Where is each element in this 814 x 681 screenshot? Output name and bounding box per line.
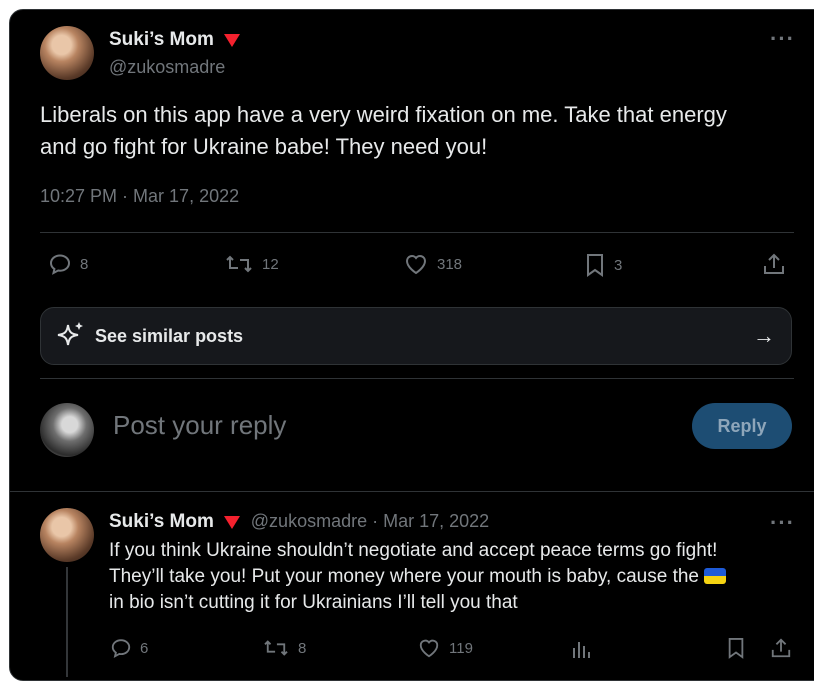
reply-count: 6 xyxy=(140,639,149,657)
share-icon xyxy=(771,638,791,658)
like-action[interactable]: 318 xyxy=(403,252,462,276)
bookmark-action[interactable]: 3 xyxy=(584,252,622,278)
reply-text-line: in bio isn’t cutting it for Ukrainians I… xyxy=(109,592,518,613)
red-triangle-icon xyxy=(224,34,241,48)
reply-text: If you think Ukraine shouldn’t negotiate… xyxy=(109,538,809,616)
repost-icon xyxy=(226,255,252,273)
reply-handle-date[interactable]: @zukosmadre · Mar 17, 2022 xyxy=(251,511,489,531)
heart-icon xyxy=(405,255,427,275)
reply-button[interactable]: Reply xyxy=(692,403,792,449)
repost-icon xyxy=(264,640,288,656)
post-text-line: and go fight for Ukraine babe! They need… xyxy=(40,134,488,159)
like-count: 119 xyxy=(449,639,473,657)
more-options-icon[interactable]: ··· xyxy=(770,26,795,52)
views-action[interactable] xyxy=(570,636,592,660)
reply-like-action[interactable]: 119 xyxy=(417,637,473,659)
share-action[interactable] xyxy=(762,251,786,277)
like-count: 318 xyxy=(437,255,463,273)
reply-action[interactable]: 8 xyxy=(48,252,88,276)
see-similar-label: See similar posts xyxy=(95,325,244,346)
current-user-avatar[interactable] xyxy=(40,403,94,457)
reply-text-segment: They’ll take you! Put your money where y… xyxy=(109,566,700,587)
author-handle[interactable]: @zukosmadre xyxy=(109,57,225,78)
reply-input[interactable]: Post your reply xyxy=(113,410,286,441)
bookmark-icon xyxy=(728,638,744,659)
thread-line xyxy=(66,567,68,677)
post-text: Liberals on this app have a very weird f… xyxy=(40,99,800,163)
post-text-line: Liberals on this app have a very weird f… xyxy=(40,102,727,127)
divider xyxy=(10,491,814,492)
share-icon xyxy=(764,253,784,274)
analytics-icon xyxy=(573,642,590,658)
reply-text-line: If you think Ukraine shouldn’t negotiate… xyxy=(109,540,718,561)
reply-bookmark-action[interactable] xyxy=(726,636,746,660)
repost-count: 12 xyxy=(262,255,279,273)
reply-reply-action[interactable]: 6 xyxy=(110,637,148,659)
sparkle-icon xyxy=(57,322,83,346)
see-similar-posts-button[interactable]: See similar posts → xyxy=(40,307,792,365)
reply-share-action[interactable] xyxy=(770,636,792,660)
bookmark-count: 3 xyxy=(614,256,623,274)
reply-icon xyxy=(49,254,71,275)
divider xyxy=(40,232,794,233)
repost-count: 8 xyxy=(298,639,307,657)
repost-action[interactable]: 12 xyxy=(224,252,279,276)
reply-icon xyxy=(111,639,131,659)
author-name-row: Suki’s Mom xyxy=(109,29,241,51)
divider xyxy=(40,378,794,379)
arrow-right-icon: → xyxy=(753,323,775,348)
author-name[interactable]: Suki’s Mom xyxy=(109,29,214,50)
post-timestamp[interactable]: 10:27 PM · Mar 17, 2022 xyxy=(40,186,239,207)
heart-icon xyxy=(419,639,439,658)
ukraine-flag-icon xyxy=(704,568,727,584)
author-avatar[interactable] xyxy=(40,26,94,80)
more-options-icon[interactable]: ··· xyxy=(770,510,795,536)
reply-text-line: They’ll take you! Put your money where y… xyxy=(109,564,809,590)
reply-count: 8 xyxy=(80,255,89,273)
reply-author-avatar[interactable] xyxy=(40,508,94,562)
reply-header: Suki’s Mom @zukosmadre · Mar 17, 2022 xyxy=(109,511,489,533)
reply-repost-action[interactable]: 8 xyxy=(262,637,306,659)
reply-author-name[interactable]: Suki’s Mom xyxy=(109,511,214,532)
post-card: Suki’s Mom @zukosmadre ··· Liberals on t… xyxy=(9,9,814,681)
bookmark-icon xyxy=(587,254,603,277)
red-triangle-icon xyxy=(224,516,241,530)
